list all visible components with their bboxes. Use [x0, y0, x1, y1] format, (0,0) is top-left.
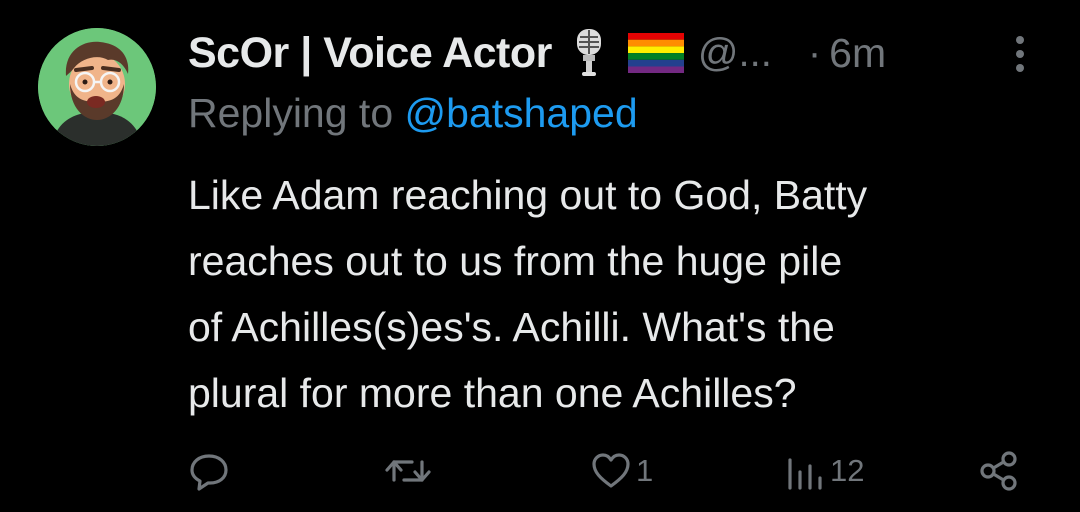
- more-options-icon[interactable]: [1010, 34, 1030, 74]
- tweet-header: ScOr | Voice Actor @... · 6m: [188, 26, 1048, 80]
- views-count: 12: [830, 453, 865, 488]
- user-handle[interactable]: @...: [698, 31, 772, 76]
- reply-handle-link[interactable]: @batshaped: [405, 90, 638, 136]
- replying-to: Replying to @batshaped: [188, 90, 638, 137]
- tweet-text: Like Adam reaching out to God, Batty rea…: [188, 162, 1058, 426]
- retweet-button[interactable]: [384, 446, 436, 496]
- rainbow-flag-icon: [627, 33, 684, 73]
- microphone-icon: [574, 28, 604, 78]
- tweet-text-line: plural for more than one Achilles?: [188, 370, 797, 416]
- tweet-text-line: Like Adam reaching out to God, Batty: [188, 172, 868, 218]
- share-icon: [978, 449, 1022, 493]
- timestamp[interactable]: 6m: [829, 30, 886, 77]
- tweet[interactable]: ScOr | Voice Actor @... · 6m Replying to…: [0, 0, 1080, 512]
- heart-icon: [590, 450, 632, 492]
- tweet-text-line: of Achilles(s)es's. Achilli. What's the: [188, 304, 835, 350]
- share-button[interactable]: [978, 446, 1026, 496]
- like-count: 1: [636, 453, 654, 488]
- views-button[interactable]: 12: [784, 446, 864, 496]
- action-bar: 1 12: [0, 446, 1080, 496]
- replying-to-label: Replying to: [188, 90, 405, 136]
- like-button[interactable]: 1: [590, 446, 653, 496]
- reply-button[interactable]: [188, 446, 234, 496]
- retweet-icon: [384, 450, 432, 492]
- avatar[interactable]: [38, 28, 156, 146]
- reply-icon: [188, 450, 230, 492]
- separator-dot: ·: [807, 30, 822, 75]
- tweet-text-line: reaches out to us from the huge pile: [188, 238, 843, 284]
- views-icon: [784, 450, 826, 492]
- display-name[interactable]: ScOr | Voice Actor: [188, 29, 552, 78]
